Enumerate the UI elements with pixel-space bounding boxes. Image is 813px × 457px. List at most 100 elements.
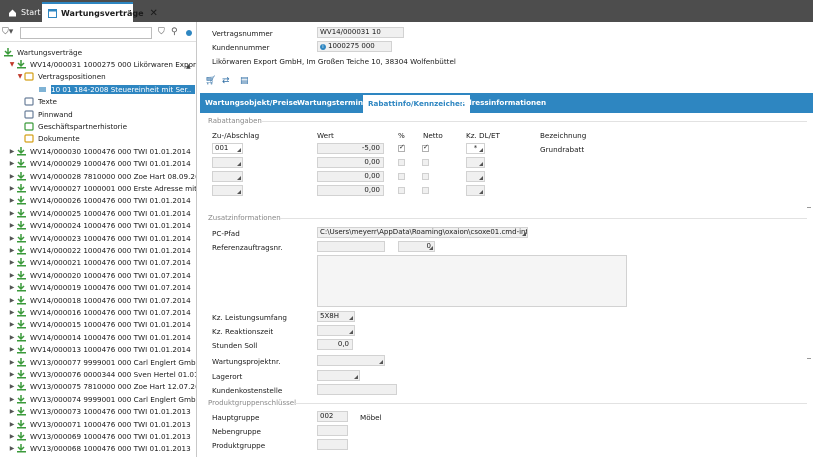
chevron-right-icon[interactable]: ▶ [8, 396, 16, 403]
chevron-right-icon[interactable]: ▶ [8, 272, 16, 279]
chevron-right-icon[interactable]: ▶ [8, 383, 16, 390]
tree-node[interactable]: ▶ WV13/000073 1000476 000 TWI 01.01.2013 [8, 406, 191, 418]
binoculars-icon[interactable]: ⚲ [171, 27, 178, 37]
tree-node[interactable]: Geschäftspartnerhistorie [16, 121, 127, 133]
chevron-right-icon[interactable]: ▶ [8, 321, 16, 328]
chevron-right-icon[interactable]: ▶ [8, 297, 16, 304]
chevron-right-icon[interactable]: ▶ [8, 421, 16, 428]
netto-checkbox[interactable] [422, 159, 429, 166]
nebengruppe-field[interactable] [317, 425, 348, 436]
percent-checkbox[interactable] [398, 187, 405, 194]
chevron-right-icon[interactable]: ▶ [8, 259, 16, 266]
wert-field[interactable]: 0,00 [317, 185, 384, 196]
chevron-right-icon[interactable]: ▶ [8, 346, 16, 353]
tree-node[interactable]: ▶ WV14/000024 1000476 000 TWI 01.01.2014 [8, 220, 191, 232]
chevron-right-icon[interactable]: ▶ [8, 445, 16, 452]
tree-node[interactable]: ▶ WV13/000077 9999001 000 Carl Englert Gm… [8, 356, 196, 368]
filter-dropdown-icon[interactable]: ⛉▾ [2, 27, 16, 39]
reaktionszeit-select[interactable] [317, 325, 355, 336]
tree-node[interactable]: ▶ WV14/000027 1000001 000 Erste Adresse m… [8, 183, 196, 195]
tree-node[interactable]: ▶ WV13/000076 0000344 000 Sven Hertel 01.… [8, 369, 196, 381]
netto-checkbox[interactable] [422, 187, 429, 194]
kz-dl-et-select[interactable] [466, 185, 485, 196]
tree-node[interactable]: ▶ WV14/000030 1000476 000 TWI 01.01.2014 [8, 145, 191, 157]
tree-node[interactable]: ▶ WV14/000016 1000476 000 TWI 01.07.2014 [8, 307, 191, 319]
tree-node[interactable]: ▶ WV14/000028 7810000 000 Zoe Hart 08.09.… [8, 170, 196, 182]
tree-node[interactable]: ▶ WV13/000075 7810000 000 Zoe Hart 12.07.… [8, 381, 196, 393]
produktgruppe-field[interactable] [317, 439, 348, 450]
projektnr-field[interactable] [317, 355, 385, 366]
kz-dl-et-select[interactable]: * [466, 143, 485, 154]
kz-dl-et-select[interactable] [466, 157, 485, 168]
chevron-right-icon[interactable]: ▶ [8, 359, 16, 366]
close-icon[interactable]: ✕ [150, 8, 158, 19]
chevron-right-icon[interactable]: ▶ [8, 247, 16, 254]
chevron-right-icon[interactable]: ▶ [8, 185, 16, 192]
kz-dl-et-select[interactable] [466, 171, 485, 182]
wert-field[interactable]: -5,00 [317, 143, 384, 154]
lagerort-select[interactable] [317, 370, 360, 381]
referenz-pos-field[interactable]: 0 [398, 241, 435, 252]
tree-node[interactable]: Pinnwand [16, 108, 73, 120]
leistungsumfang-select[interactable]: 5X8H [317, 311, 355, 322]
chevron-right-icon[interactable]: ▶ [8, 197, 16, 204]
chevron-right-icon[interactable]: ▶ [8, 173, 16, 180]
tree-node[interactable]: ▶ WV14/000014 1000476 000 TWI 01.01.2014 [8, 331, 191, 343]
tree-root[interactable]: Wartungsverträge [3, 46, 82, 58]
tree-node[interactable]: Texte [16, 96, 57, 108]
zu-abschlag-select[interactable]: 001 [212, 143, 243, 154]
wert-field[interactable]: 0,00 [317, 157, 384, 168]
scroll-up-icon[interactable]: ▲ [186, 63, 191, 70]
percent-checkbox[interactable] [398, 143, 405, 152]
chevron-right-icon[interactable]: ▶ [8, 210, 16, 217]
tree-node[interactable]: ▶ WV13/000068 1000476 000 TWI 01.01.2013 [8, 443, 191, 455]
tab-wartungsobjekt[interactable]: Wartungsobjekt/Preise [200, 93, 303, 113]
chevron-right-icon[interactable]: ▶ [8, 309, 16, 316]
zu-abschlag-select[interactable] [212, 171, 243, 182]
zu-abschlag-select[interactable] [212, 185, 243, 196]
notes-textarea[interactable] [317, 255, 627, 307]
tree-search-input[interactable] [20, 27, 152, 39]
wert-field[interactable]: 0,00 [317, 171, 384, 182]
tree-node[interactable]: ▶ WV13/000071 1000476 000 TWI 01.01.2013 [8, 418, 191, 430]
transfer-icon[interactable]: ⇄ [222, 76, 234, 86]
tab-adressinformationen[interactable]: Adressinformationen [456, 93, 551, 113]
tab-wartungsvertraege[interactable]: Wartungsverträge ✕ [42, 2, 158, 22]
info-icon[interactable]: i [320, 44, 326, 50]
chevron-right-icon[interactable]: ▶ [8, 148, 16, 155]
tree-node[interactable]: ▶ WV14/000025 1000476 000 TWI 01.01.2014 [8, 207, 191, 219]
percent-checkbox[interactable] [398, 173, 405, 180]
tree-node[interactable]: ▶ WV14/000029 1000476 000 TWI 01.01.2014 [8, 158, 191, 170]
netto-checkbox[interactable] [422, 143, 429, 152]
cart-icon[interactable]: 🛒︎ [205, 76, 217, 86]
tree-node[interactable]: ▶ WV14/000022 1000476 000 TWI 01.01.2014 [8, 245, 191, 257]
percent-checkbox[interactable] [398, 159, 405, 166]
tree-node[interactable]: ▶ WV14/000018 1000476 000 TWI 01.07.2014 [8, 294, 191, 306]
chevron-right-icon[interactable]: ▶ [8, 160, 16, 167]
chevron-down-icon[interactable]: ▼ [8, 61, 16, 68]
tree-node[interactable]: ▶ WV14/000021 1000476 000 TWI 01.07.2014 [8, 257, 191, 269]
tree-node[interactable]: ▼ Vertragspositionen [16, 71, 106, 83]
zu-abschlag-select[interactable] [212, 157, 243, 168]
netto-checkbox[interactable] [422, 173, 429, 180]
filter-icon[interactable]: ⛉ [158, 27, 165, 37]
tree-node[interactable]: ▼ WV14/000031 1000275 000 Likörwaren Expo… [8, 59, 196, 71]
tree-node[interactable]: ▶ WV14/000023 1000476 000 TWI 01.01.2014 [8, 232, 191, 244]
chevron-right-icon[interactable]: ▶ [8, 222, 16, 229]
hauptgruppe-field[interactable]: 002 [317, 411, 348, 422]
tab-start[interactable]: Start [2, 2, 41, 22]
tree-node[interactable]: ▶ WV14/000020 1000476 000 TWI 01.07.2014 [8, 269, 191, 281]
tree-node[interactable]: ▶ WV14/000013 1000476 000 TWI 01.01.2014 [8, 344, 191, 356]
tree-node[interactable]: ▶ WV14/000026 1000476 000 TWI 01.01.2014 [8, 195, 191, 207]
stunden-soll-field[interactable]: 0,0 [317, 339, 353, 350]
tree-node[interactable]: ▶ WV14/000019 1000476 000 TWI 01.07.2014 [8, 282, 191, 294]
document-icon[interactable]: ▤ [240, 76, 252, 86]
chevron-right-icon[interactable]: ▶ [8, 433, 16, 440]
splitter-handle[interactable] [807, 358, 811, 359]
chevron-down-icon[interactable]: ▼ [16, 73, 24, 80]
pc-pfad-field[interactable]: C:\Users\meyerr\AppData\Roaming\oxaion\c… [317, 227, 528, 238]
kostenstelle-field[interactable] [317, 384, 397, 395]
chevron-right-icon[interactable]: ▶ [8, 371, 16, 378]
tree-node[interactable]: Dokumente [16, 133, 80, 145]
tree-node[interactable]: ▶ WV13/000069 1000476 000 TWI 01.01.2013 [8, 431, 191, 443]
